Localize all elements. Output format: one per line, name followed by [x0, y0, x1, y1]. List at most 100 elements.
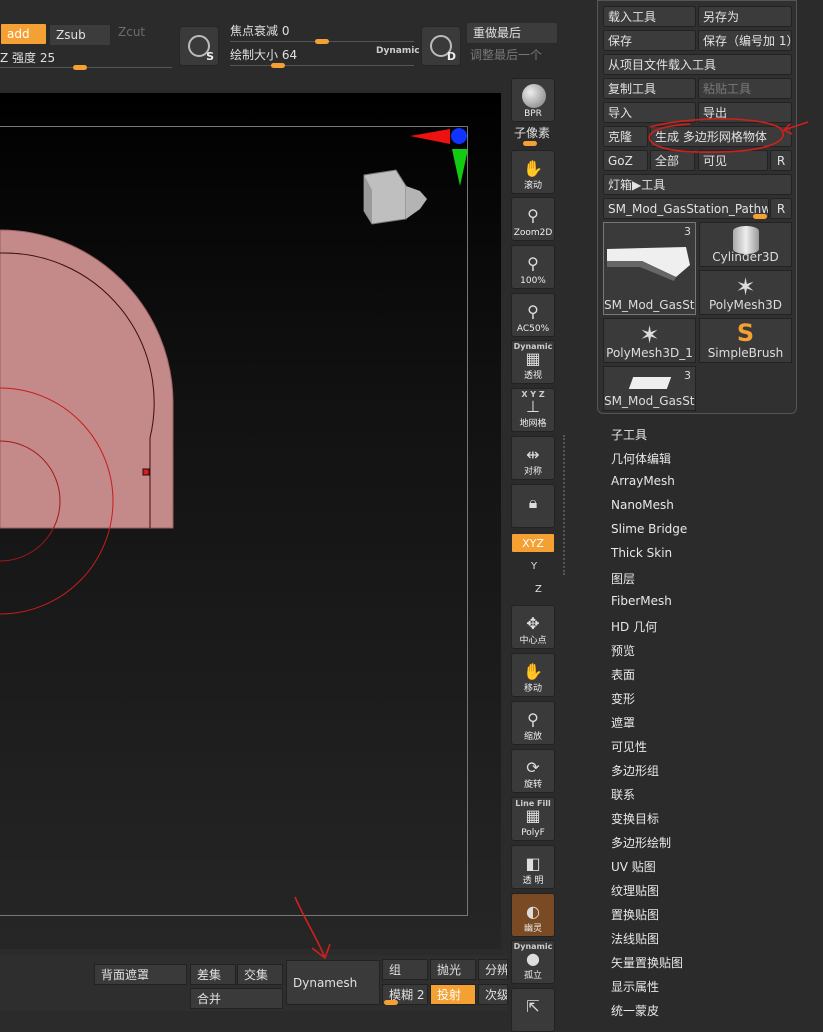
tool-menu-item[interactable]: 可见性 [611, 738, 647, 755]
save-button[interactable]: 保存 [603, 30, 696, 51]
tool-menu-item[interactable]: 置换贴图 [611, 906, 659, 923]
export-button[interactable]: 导出 [698, 102, 792, 123]
tool-menu-item[interactable]: 矢量置换贴图 [611, 954, 683, 971]
actual-size-button[interactable]: ⚲ 100% [511, 245, 555, 289]
redo-last-button[interactable]: 重做最后 [466, 22, 558, 44]
current-tool-slider[interactable]: SM_Mod_GasStation_Pathw [603, 198, 769, 219]
subpixel-knob[interactable] [523, 141, 537, 146]
z-intensity-label[interactable]: Z 强度 25 [0, 49, 55, 66]
groups-button[interactable]: 组 [382, 959, 428, 980]
tool-thumb-cylinder3d[interactable]: Cylinder3D [699, 222, 792, 267]
transparency-button[interactable]: ◧ 透 明 [511, 845, 555, 889]
scale-button[interactable]: ⚲ 缩放 [511, 701, 555, 745]
dynamesh-button[interactable]: Dynamesh [286, 960, 380, 1005]
y-rotate-button[interactable]: Y [531, 561, 537, 572]
sub-projection-button[interactable]: 次级 [478, 984, 508, 1005]
paste-tool-button[interactable]: 粘贴工具 [698, 78, 792, 99]
tool-menu-item[interactable]: 联系 [611, 786, 635, 803]
tool-thumb-gasstation-2[interactable]: 3 SM_Mod_GasSta [603, 366, 696, 411]
tool-menu-item[interactable]: NanoMesh [611, 498, 674, 512]
panel-collapse-handle[interactable] [563, 435, 573, 575]
blur-knob[interactable] [384, 1000, 398, 1005]
tool-thumb-polymesh3d[interactable]: ✶ PolyMesh3D [699, 270, 792, 315]
backface-mask-button[interactable]: 背面遮罩 [94, 964, 187, 985]
zoom2d-button[interactable]: ⚲ Zoom2D [511, 197, 555, 241]
scroll-button[interactable]: ✋ 滚动 [511, 150, 555, 194]
antialias-half-button[interactable]: ⚲ AC50% [511, 293, 555, 337]
tool-menu-item[interactable]: 多边形组 [611, 762, 659, 779]
tool-menu-item[interactable]: FiberMesh [611, 594, 672, 608]
stroke-s-icon[interactable]: S [179, 26, 219, 66]
document-canvas[interactable] [0, 93, 501, 949]
move-button[interactable]: ✋ 移动 [511, 653, 555, 697]
tool-thumb-simplebrush[interactable]: S SimpleBrush [699, 318, 792, 363]
stroke-d-icon[interactable]: D [421, 26, 461, 66]
current-tool-knob[interactable] [753, 214, 767, 219]
adjust-last-button[interactable]: 调整最后一个 [470, 46, 542, 63]
ghost-button[interactable]: ◐ 幽灵 [511, 893, 555, 937]
tool-menu-item[interactable]: 图层 [611, 570, 635, 587]
xyz-rotate-button[interactable]: XYZ [511, 533, 555, 553]
tool-thumb-gasstation[interactable]: 3 SM_Mod_GasSta [603, 222, 696, 315]
goz-all-button[interactable]: 全部 [650, 150, 695, 171]
rotate-button[interactable]: ⟳ 旋转 [511, 749, 555, 793]
clone-button[interactable]: 克隆 [603, 126, 648, 147]
z-intensity-knob[interactable] [73, 65, 87, 70]
intersect-button[interactable]: 交集 [237, 964, 283, 985]
tool-menu-item[interactable]: 纹理贴图 [611, 882, 659, 899]
tool-menu-item[interactable]: HD 几何 [611, 618, 657, 635]
load-tool-button[interactable]: 载入工具 [603, 6, 696, 27]
subpixel-label[interactable]: 子像素 [514, 124, 550, 141]
union-button[interactable]: 合并 [190, 988, 283, 1009]
draw-size-knob[interactable] [271, 63, 285, 68]
tool-menu-item[interactable]: Slime Bridge [611, 522, 687, 536]
z-rotate-button[interactable]: Z [535, 584, 542, 595]
zsub-button[interactable]: Zsub [49, 24, 111, 46]
lock-camera-button[interactable]: 🔒︎ [511, 484, 555, 528]
project-button[interactable]: 投射 [430, 984, 476, 1005]
symmetry-button[interactable]: ⇹ 对称 [511, 436, 555, 480]
draw-size-label[interactable]: 绘制大小 64 [230, 46, 297, 63]
save-increment-button[interactable]: 保存（编号加 1） [698, 30, 792, 51]
tool-menu-item[interactable]: 遮罩 [611, 714, 635, 731]
zadd-button[interactable]: add [0, 23, 47, 45]
difference-button[interactable]: 差集 [190, 964, 236, 985]
tool-menu-item[interactable]: 变换目标 [611, 810, 659, 827]
make-polymesh-button[interactable]: 生成 多边形网格物体 [650, 126, 792, 147]
polyframe-button[interactable]: Line Fill ▦ PolyF [511, 797, 555, 841]
tool-menu-item[interactable]: 表面 [611, 666, 635, 683]
draw-size-track[interactable] [230, 65, 414, 66]
tool-menu-item[interactable]: 子工具 [611, 426, 647, 443]
save-as-button[interactable]: 另存为 [698, 6, 792, 27]
import-button[interactable]: 导入 [603, 102, 696, 123]
resolution-slider[interactable]: 分辨 [478, 959, 508, 980]
polish-button[interactable]: 抛光 [430, 959, 476, 980]
goz-r-button[interactable]: R [770, 150, 792, 171]
zcut-button[interactable]: Zcut [118, 25, 145, 39]
transpose-button[interactable]: ⇱ [511, 988, 555, 1032]
goz-visible-button[interactable]: 可见 [698, 150, 768, 171]
focal-shift-knob[interactable] [315, 39, 329, 44]
frame-center-button[interactable]: ✥ 中心点 [511, 605, 555, 649]
lightbox-tools-button[interactable]: 灯箱▶工具 [603, 174, 792, 195]
tool-menu-item[interactable]: UV 贴图 [611, 858, 656, 875]
copy-tool-button[interactable]: 复制工具 [603, 78, 696, 99]
tool-menu-item[interactable]: 变形 [611, 690, 635, 707]
tool-menu-item[interactable]: ArrayMesh [611, 474, 675, 488]
load-from-project-button[interactable]: 从项目文件载入工具 [603, 54, 792, 75]
tool-menu-item[interactable]: 预览 [611, 642, 635, 659]
tool-thumb-polymesh3d-1[interactable]: ✶ PolyMesh3D_1 [603, 318, 696, 363]
perspective-button[interactable]: Dynamic ▦ 透视 [511, 340, 555, 384]
bpr-button[interactable]: BPR [511, 78, 555, 122]
goz-button[interactable]: GoZ [603, 150, 648, 171]
tool-menu-item[interactable]: Thick Skin [611, 546, 672, 560]
tool-menu-item[interactable]: 几何体编辑 [611, 450, 671, 467]
solo-button[interactable]: Dynamic ● 孤立 [511, 940, 555, 984]
dynamic-label[interactable]: Dynamic [376, 46, 420, 56]
current-tool-r-button[interactable]: R [770, 198, 792, 219]
floor-grid-button[interactable]: X Y Z ⊥ 地网格 [511, 388, 555, 432]
tool-menu-item[interactable]: 法线贴图 [611, 930, 659, 947]
focal-shift-label[interactable]: 焦点衰减 0 [230, 22, 289, 39]
tool-menu-item[interactable]: 显示属性 [611, 978, 659, 995]
tool-menu-item[interactable]: 多边形绘制 [611, 834, 671, 851]
